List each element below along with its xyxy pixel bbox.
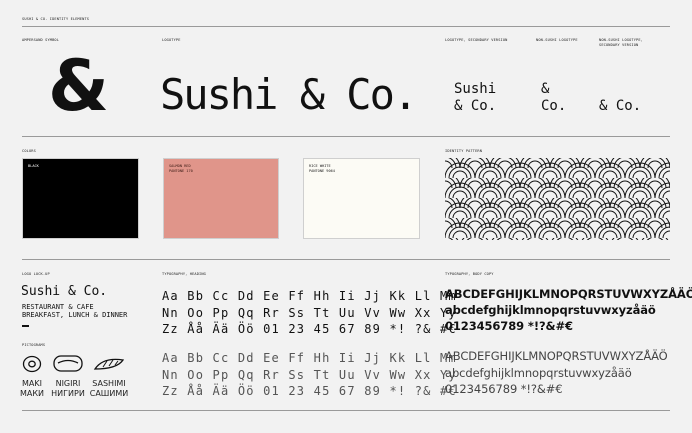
non-sushi-logotype: & Co. [541, 81, 566, 115]
lockup-name: Sushi & Co. [21, 284, 108, 299]
heading-glyph-row-light: Nn Oo Pp Qq Rr Ss Tt Uu Vv Ww Xx Yy [162, 368, 457, 382]
divider [22, 259, 670, 260]
non-sushi-secondary-logotype: & Co. [599, 98, 642, 114]
non-sushi-line2: Co. [541, 98, 567, 114]
color-swatch-salmon-red: SALMON RED PANTONE 170 [163, 158, 279, 239]
divider [22, 26, 670, 27]
color-swatch-black: BLACK [22, 158, 139, 239]
logotype-main: Sushi & Co. [160, 70, 418, 119]
pictogram-label-maki: MAKI МАКИ [12, 379, 52, 399]
swatch-name: RICE WHITE [309, 164, 331, 168]
pictogram-label-sashimi: SASHIMI САШИМИ [89, 379, 129, 399]
identity-pattern [445, 158, 670, 240]
body-glyph-row-bold: 0123456789 *!?&#€ [445, 319, 573, 333]
section-label-non-sushi-secondary: NON-SUSHI LOGOTYPE, SECONDARY VERSION [599, 38, 643, 47]
label-en: MAKI [22, 379, 42, 388]
section-label-pattern: IDENTITY PATTERN [445, 149, 483, 153]
body-glyph-row-light: ABCDEFGHIJKLMNOPQRSTUVWXYZÅÄÖ [445, 349, 668, 363]
section-label-colors: COLORS [22, 149, 36, 153]
label-ru: НИГИРИ [51, 389, 85, 398]
color-swatch-rice-white: RICE WHITE PANTONE 9064 [303, 158, 420, 239]
section-label-logotype-secondary: LOGOTYPE, SECONDARY VERSION [445, 38, 508, 42]
logotype-secondary: Sushi & Co. [454, 81, 496, 115]
swatch-name: SALMON RED [169, 164, 191, 168]
section-label-typography-heading: TYPOGRAPHY, HEADING [162, 272, 206, 276]
lockup-dash [22, 325, 29, 327]
heading-glyph-row: Zz Åå Ää Öö 01 23 45 67 89 *! ?& #€ [162, 322, 457, 336]
sashimi-icon [93, 358, 125, 370]
logotype-secondary-line2: & Co. [454, 98, 497, 114]
section-label-non-sushi: NON-SUSHI LOGOTYPE [536, 38, 578, 42]
heading-glyph-row: Aa Bb Cc Dd Ee Ff Hh Ii Jj Kk Ll Mm [162, 289, 457, 303]
divider [22, 410, 670, 411]
swatch-pantone: PANTONE 170 [169, 169, 193, 173]
maki-icon [22, 355, 42, 373]
ampersand-symbol: & [48, 45, 110, 127]
heading-glyph-row-light: Aa Bb Cc Dd Ee Ff Hh Ii Jj Kk Ll Mm [162, 351, 457, 365]
body-glyph-row-light: abcdefghijklmnopqrstuvwxyzåäö [445, 366, 632, 380]
logotype-secondary-line1: Sushi [454, 81, 497, 97]
section-label-pictograms: PICTOGRAMS [22, 343, 46, 347]
swatch-name: BLACK [28, 164, 39, 168]
section-label-typography-body: TYPOGRAPHY, BODY COPY [445, 272, 494, 276]
page-title: SUSHI & CO. IDENTITY ELEMENTS [22, 17, 90, 21]
section-label-ampersand: AMPERSAND SYMBOL [22, 38, 60, 42]
label-ru: САШИМИ [89, 389, 129, 398]
body-glyph-row-light: 0123456789 *!?&#€ [445, 382, 563, 396]
lockup-line2: BREAKFAST, LUNCH & DINNER [22, 311, 128, 319]
lockup-line1: RESTAURANT & CAFE [22, 303, 94, 311]
nigiri-icon [53, 355, 83, 372]
section-label-logotype: LOGOTYPE [162, 38, 181, 42]
heading-glyph-row: Nn Oo Pp Qq Rr Ss Tt Uu Vv Ww Xx Yy [162, 306, 457, 320]
swatch-pantone: PANTONE 9064 [309, 169, 335, 173]
lockup-subtitle: RESTAURANT & CAFE BREAKFAST, LUNCH & DIN… [22, 303, 127, 319]
heading-glyph-row-light: Zz Åå Ää Öö 01 23 45 67 89 *! ?& #€ [162, 384, 457, 398]
swatch-label: SALMON RED PANTONE 170 [169, 164, 193, 174]
divider [22, 136, 670, 137]
non-sushi-line1: & [541, 81, 550, 97]
swatch-label: BLACK [28, 164, 39, 169]
pictogram-label-nigiri: NIGIRI НИГИРИ [48, 379, 88, 399]
body-glyph-row-bold: ABCDEFGHIJKLMNOPQRSTUVWXYZÅÄÖ [445, 287, 692, 301]
body-glyph-row-bold: abcdefghijklmnopqrstuvwxyzåäö [445, 303, 656, 317]
label-en: NIGIRI [55, 379, 81, 388]
swatch-label: RICE WHITE PANTONE 9064 [309, 164, 335, 174]
label-en: SASHIMI [92, 379, 126, 388]
label-ru: МАКИ [19, 389, 45, 398]
section-label-lockup: LOGO LOCK-UP [22, 272, 50, 276]
